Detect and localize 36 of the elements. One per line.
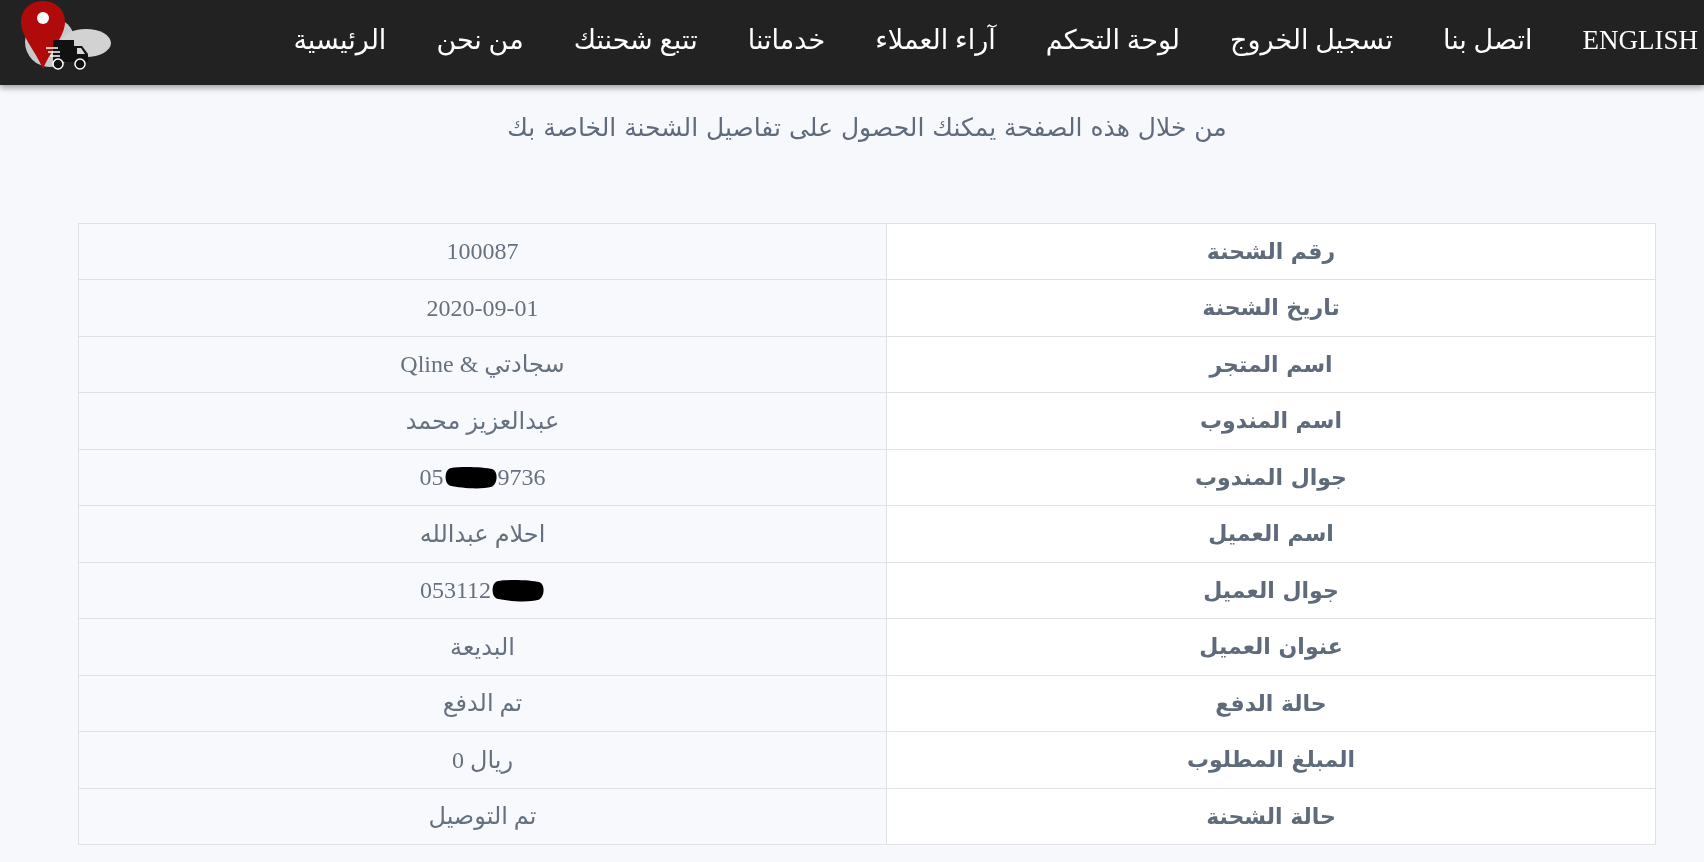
redaction-mark-icon	[443, 465, 498, 489]
page-subtitle: من خلال هذه الصفحة يمكنك الحصول على تفاصيل الشحنة الخاصة بك	[506, 112, 1227, 144]
table-cell: احلام عبدالله	[78, 505, 887, 562]
row-label: عنوان العميل	[886, 618, 1656, 675]
nav-link[interactable]: ENGLISH	[1582, 19, 1698, 61]
table-cell: البديعة	[78, 618, 887, 675]
table-cell: 0 ريال	[78, 731, 887, 788]
row-label: جوال المندوب	[886, 449, 1656, 506]
redaction-mark-icon	[491, 578, 546, 602]
table-cell: تم الدفع	[78, 675, 887, 732]
table-cell: تم التوصيل	[78, 788, 887, 845]
phone-number-text: 053112	[419, 576, 492, 606]
nav-link[interactable]: خدماتنا	[747, 19, 826, 61]
phone-number-text: 05	[419, 463, 444, 493]
nav-link[interactable]: اتصل بنا	[1442, 19, 1533, 61]
row-label: جوال العميل	[886, 562, 1656, 619]
nav-link[interactable]: آراء العملاء	[875, 19, 996, 61]
row-label: حالة الشحنة	[886, 788, 1656, 845]
table-cell: Qline & سجادتي	[78, 336, 887, 393]
table-cell: 2020-09-01	[78, 279, 887, 336]
nav-link[interactable]: الرئيسية	[293, 19, 387, 61]
row-label: اسم المتجر	[886, 336, 1656, 393]
pin-truck-logo-icon[interactable]	[20, 0, 112, 71]
row-label: اسم المندوب	[886, 392, 1656, 449]
row-label: المبلغ المطلوب	[886, 731, 1656, 788]
phone-number-text: 9736	[497, 463, 546, 493]
row-label: اسم العميل	[886, 505, 1656, 562]
table-cell: 100087	[78, 223, 887, 280]
nav-link[interactable]: تتبع شحنتك	[573, 19, 698, 61]
table-cell: عبدالعزيز محمد	[78, 392, 887, 449]
nav-link[interactable]: من نحن	[436, 19, 524, 61]
row-label: رقم الشحنة	[886, 223, 1656, 280]
row-label: تاريخ الشحنة	[886, 279, 1656, 336]
nav-link[interactable]: لوحة التحكم	[1045, 19, 1181, 61]
nav-link[interactable]: تسجيل الخروج	[1230, 19, 1393, 61]
row-label: حالة الدفع	[886, 675, 1656, 732]
